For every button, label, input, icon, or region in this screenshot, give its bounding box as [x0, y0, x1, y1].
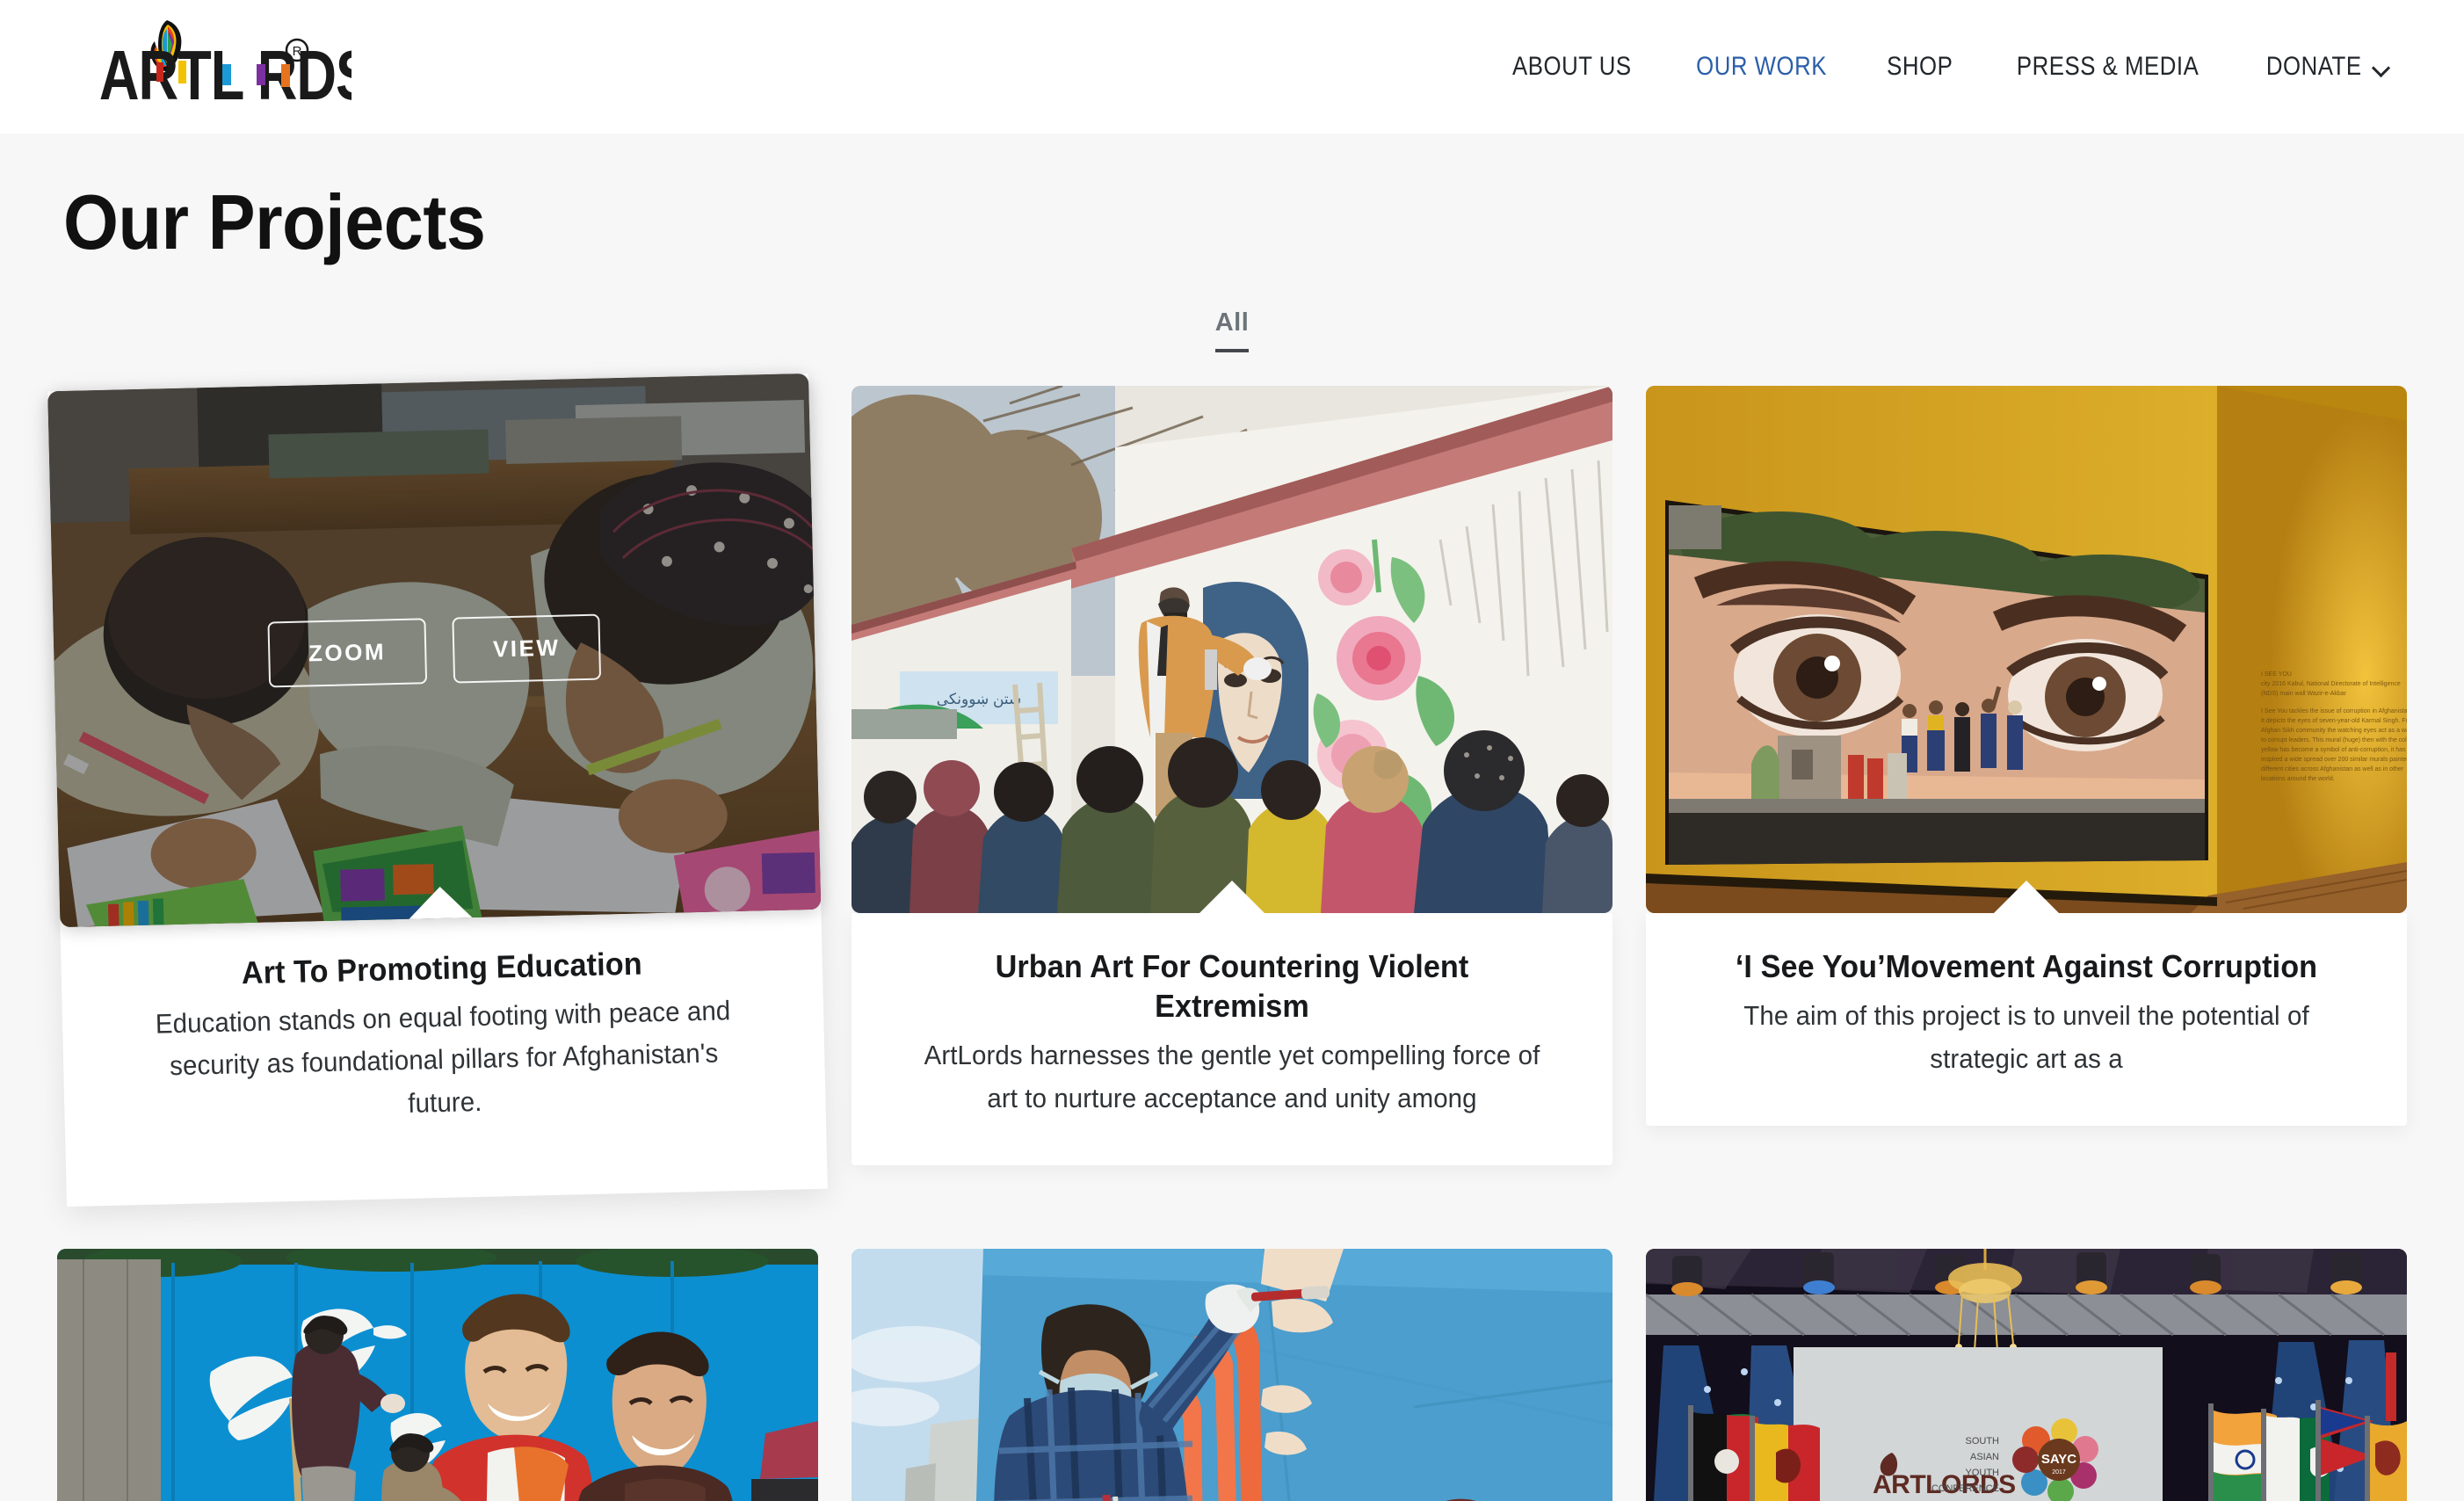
- project-image-gallery[interactable]: I SEE YOU city 2016 Kabul, National Dire…: [1646, 386, 2407, 914]
- man-painting-blue-wall-photo: [852, 1249, 1612, 1501]
- project-title: Art To Promoting Education: [241, 945, 643, 991]
- project-card[interactable]: ARTLORDS SAYC 2017 SOUTH ASIAN YOUTH CON…: [1646, 1249, 2407, 1501]
- project-image-conference-stage[interactable]: ARTLORDS SAYC 2017 SOUTH ASIAN YOUTH CON…: [1646, 1249, 2407, 1501]
- svg-text:Afghan Sikh community the watc: Afghan Sikh community the watching eyes …: [2261, 728, 2407, 734]
- svg-text:locations around the world.: locations around the world.: [2261, 776, 2335, 782]
- svg-text:R: R: [293, 44, 302, 59]
- project-title: ‘I See You’Movement Against Corruption: [1735, 948, 2318, 985]
- project-title: Urban Art For Countering Violent Extremi…: [995, 948, 1469, 1025]
- project-description: The aim of this project is to unveil the…: [1743, 1000, 2309, 1074]
- page-title: Our Projects: [63, 178, 486, 265]
- project-card[interactable]: I SEE YOU city 2016 Kabul, National Dire…: [1646, 386, 2407, 1198]
- exhibition-gallery-photo: I SEE YOU city 2016 Kabul, National Dire…: [1646, 386, 2407, 914]
- svg-text:YOUTH: YOUTH: [1966, 1468, 2000, 1478]
- project-image-blue-dove-mural[interactable]: ژوند په سوله کې ښکلی دی ښار، ښکلا، چاپېر…: [57, 1249, 818, 1501]
- nav-item-shop[interactable]: SHOP: [1868, 52, 1972, 82]
- project-grid-row-2: ژوند په سوله کې ښکلی دی ښار، ښکلا، چاپېر…: [0, 1249, 2464, 1501]
- urban-mural-photo: ستن ښوونکی: [852, 386, 1612, 914]
- filter-tab-all[interactable]: All: [1214, 308, 1250, 353]
- card-notch-icon: [1994, 881, 2059, 914]
- svg-text:to corrupt leaders. This mural: to corrupt leaders. This mural (huge) th…: [2261, 737, 2407, 743]
- artlords-logo-icon: ARTL RDS R: [99, 20, 351, 113]
- nav-item-donate[interactable]: DONATE: [2236, 52, 2406, 82]
- svg-text:different cities across Afghan: different cities across Afghanistan as w…: [2261, 766, 2404, 772]
- svg-text:I See You tackles the issue of: I See You tackles the issue of corruptio…: [2261, 708, 2407, 714]
- zoom-button[interactable]: ZOOM: [267, 618, 427, 688]
- svg-text:I SEE YOU: I SEE YOU: [2261, 671, 2292, 678]
- svg-text:yellow has become a symbol of: yellow has become a symbol of anti-corru…: [2261, 747, 2406, 753]
- image-hover-overlay: ZOOM VIEW: [47, 373, 822, 928]
- svg-text:city 2016 Kabul, National Dire: city 2016 Kabul, National Directorate of…: [2261, 681, 2401, 687]
- project-image-mural-crowd[interactable]: ستن ښوونکی: [852, 386, 1612, 914]
- project-card[interactable]: ZOOM VIEW Art To Promoting Education Edu…: [47, 373, 828, 1207]
- nav-item-our-work[interactable]: OUR WORK: [1677, 52, 1845, 82]
- nav-item-about-us[interactable]: ABOUT US: [1494, 52, 1651, 82]
- svg-text:SAYC: SAYC: [2041, 1452, 2076, 1467]
- nav-item-donate-label[interactable]: DONATE: [2265, 52, 2361, 82]
- project-description: ArtLords harnesses the gentle yet compel…: [924, 1040, 1540, 1113]
- artlords-logo[interactable]: ARTL RDS R: [62, 18, 351, 115]
- card-notch-icon: [1199, 881, 1265, 914]
- project-image-classroom[interactable]: ZOOM VIEW: [47, 373, 822, 928]
- project-filter-bar: All: [0, 308, 2464, 353]
- projects-page: Our Projects All ZOOM VIEW Art To Promot…: [0, 178, 2464, 1501]
- main-navigation: ABOUT US OUR WORK SHOP PRESS & MEDIA DON…: [1481, 52, 2406, 82]
- project-description: Education stands on equal footing with p…: [155, 995, 731, 1119]
- project-card[interactable]: ژوند په سوله کې ښکلی دی ښار، ښکلا، چاپېر…: [57, 1249, 818, 1501]
- card-notch-icon: [407, 886, 474, 921]
- nav-item-press-and-media[interactable]: PRESS & MEDIA: [1998, 52, 2218, 82]
- svg-text:(NDS) main wall Wazir-e-Akbar: (NDS) main wall Wazir-e-Akbar: [2261, 691, 2347, 697]
- chevron-down-icon[interactable]: [2373, 62, 2390, 72]
- project-grid-row-1: ZOOM VIEW Art To Promoting Education Edu…: [0, 373, 2464, 1233]
- blue-wall-mural-photo: ژوند په سوله کې ښکلی دی ښار، ښکلا، چاپېر…: [57, 1249, 818, 1501]
- svg-text:ستن ښوونکی: ستن ښوونکی: [937, 691, 1022, 708]
- svg-text:CONFERENCE: CONFERENCE: [1931, 1483, 1999, 1494]
- svg-text:ASIAN: ASIAN: [1970, 1452, 1999, 1462]
- svg-text:inspired a wide spread over 20: inspired a wide spread over 200 similar …: [2261, 757, 2407, 763]
- svg-text:It depicts the eyes of seven-y: It depicts the eyes of seven-year-old Ka…: [2261, 718, 2407, 724]
- svg-text:SOUTH: SOUTH: [1966, 1436, 2000, 1447]
- site-header: ARTL RDS R ABOUT US OUR WORK SHOP PRESS …: [0, 0, 2464, 134]
- south-asian-youth-conference-photo: ARTLORDS SAYC 2017 SOUTH ASIAN YOUTH CON…: [1646, 1249, 2407, 1501]
- project-card-body: ‘I See You’Movement Against Corruption T…: [1646, 913, 2407, 1127]
- view-button[interactable]: VIEW: [452, 613, 602, 684]
- project-card[interactable]: [852, 1249, 1612, 1501]
- project-card-body: Urban Art For Countering Violent Extremi…: [852, 913, 1612, 1166]
- project-card[interactable]: ستن ښوونکی Urban Art For Countering Viol…: [852, 386, 1612, 1198]
- project-card-body: Art To Promoting Education Education sta…: [60, 910, 827, 1142]
- project-image-painter-orange[interactable]: [852, 1249, 1612, 1501]
- svg-text:2017: 2017: [2052, 1469, 2066, 1476]
